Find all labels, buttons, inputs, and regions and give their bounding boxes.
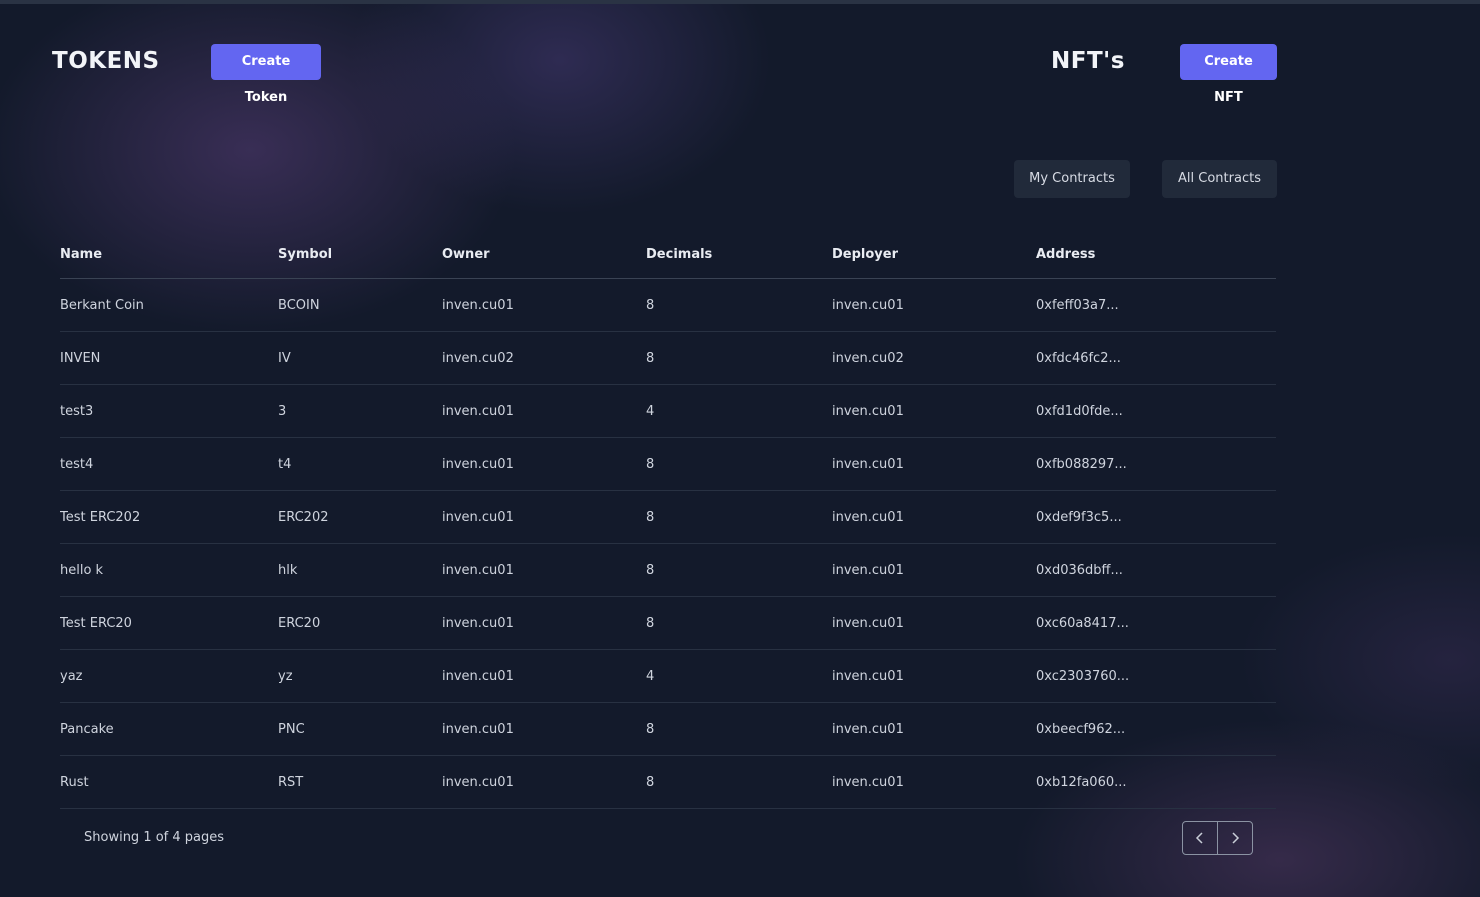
cell-deployer: inven.cu01 — [832, 721, 904, 737]
cell-deployer: inven.cu01 — [832, 668, 904, 684]
cell-name: Test ERC20 — [60, 615, 132, 631]
cell-address: 0xd036dbff... — [1036, 562, 1123, 578]
table-body: Berkant Coin BCOIN inven.cu01 8 inven.cu01 0x… — [60, 279, 1276, 809]
cell-decimals: 8 — [646, 721, 655, 737]
cell-address: 0xc60a8417... — [1036, 615, 1129, 631]
cell-symbol: PNC — [278, 721, 305, 737]
cell-name: hello k — [60, 562, 104, 578]
cell-name: Berkant Coin — [60, 297, 144, 313]
table-header: Name Symbol Owner Decimals Deployer Addr… — [60, 230, 1276, 279]
cell-symbol: IV — [278, 350, 291, 366]
cell-name: Test ERC202 — [60, 509, 141, 525]
cell-name: test4 — [60, 456, 94, 472]
cell-decimals: 8 — [646, 456, 655, 472]
cell-symbol: RST — [278, 774, 304, 790]
cell-owner: inven.cu01 — [442, 509, 514, 525]
cell-symbol: yz — [278, 668, 293, 684]
cell-decimals: 8 — [646, 615, 655, 631]
pagination-controls — [1182, 821, 1253, 855]
cell-decimals: 8 — [646, 350, 655, 366]
create-nft-button[interactable]: Create NFT — [1180, 44, 1277, 105]
table-row[interactable]: Berkant Coin BCOIN inven.cu01 8 inven.cu01 0x… — [60, 279, 1276, 332]
cell-address: 0xdef9f3c5... — [1036, 509, 1122, 525]
cell-decimals: 8 — [646, 774, 655, 790]
cell-deployer: inven.cu01 — [832, 562, 904, 578]
cell-address: 0xfeff03a7... — [1036, 297, 1119, 313]
header-symbol: Symbol — [278, 246, 333, 262]
cell-owner: inven.cu01 — [442, 668, 514, 684]
chevron-left-icon — [1195, 832, 1203, 844]
cell-owner: inven.cu01 — [442, 721, 514, 737]
table-row[interactable]: hello k hlk inven.cu01 8 inven.cu01 0xd036dbf… — [60, 544, 1276, 597]
cell-owner: inven.cu01 — [442, 403, 514, 419]
my-contracts-button[interactable]: My Contracts — [1014, 160, 1130, 198]
nfts-title: NFT's — [1051, 48, 1125, 74]
cell-deployer: inven.cu01 — [832, 615, 904, 631]
cell-address: 0xfdc46fc2... — [1036, 350, 1121, 366]
table-row[interactable]: test3 3 inven.cu01 4 inven.cu01 0xfd1d0fde... — [60, 385, 1276, 438]
tokens-title: TOKENS — [52, 48, 160, 74]
cell-address: 0xfd1d0fde... — [1036, 403, 1123, 419]
chevron-right-icon — [1232, 832, 1240, 844]
cell-deployer: inven.cu01 — [832, 774, 904, 790]
header-decimals: Decimals — [646, 246, 713, 262]
cell-deployer: inven.cu01 — [832, 456, 904, 472]
cell-address: 0xb12fa060... — [1036, 774, 1127, 790]
tokens-table: Name Symbol Owner Decimals Deployer Addr… — [60, 230, 1276, 809]
cell-symbol: BCOIN — [278, 297, 320, 313]
cell-name: INVEN — [60, 350, 101, 366]
cell-owner: inven.cu02 — [442, 350, 514, 366]
cell-address: 0xbeecf962... — [1036, 721, 1126, 737]
header-name: Name — [60, 246, 103, 262]
header-address: Address — [1036, 246, 1096, 262]
table-row[interactable]: test4 t4 inven.cu01 8 inven.cu01 0xfb088297..… — [60, 438, 1276, 491]
cell-decimals: 4 — [646, 403, 655, 419]
cell-symbol: 3 — [278, 403, 287, 419]
cell-address: 0xfb088297... — [1036, 456, 1127, 472]
cell-deployer: inven.cu01 — [832, 509, 904, 525]
table-row[interactable]: Pancake PNC inven.cu01 8 inven.cu01 0xbeecf96… — [60, 703, 1276, 756]
cell-name: Rust — [60, 774, 89, 790]
table-row[interactable]: Rust RST inven.cu01 8 inven.cu01 0xb12fa060..… — [60, 756, 1276, 809]
cell-deployer: inven.cu01 — [832, 297, 904, 313]
prev-page-button[interactable] — [1183, 822, 1217, 854]
all-contracts-button[interactable]: All Contracts — [1162, 160, 1277, 198]
cell-decimals: 8 — [646, 297, 655, 313]
create-token-button[interactable]: Create Token — [211, 44, 321, 105]
cell-name: yaz — [60, 668, 83, 684]
table-row[interactable]: Test ERC202 ERC202 inven.cu01 8 inven.cu01 0x… — [60, 491, 1276, 544]
table-row[interactable]: Test ERC20 ERC20 inven.cu01 8 inven.cu01 0xc6… — [60, 597, 1276, 650]
cell-decimals: 8 — [646, 509, 655, 525]
cell-owner: inven.cu01 — [442, 774, 514, 790]
table-row[interactable]: INVEN IV inven.cu02 8 inven.cu02 0xfdc46fc2..… — [60, 332, 1276, 385]
cell-owner: inven.cu01 — [442, 456, 514, 472]
pagination-status: Showing 1 of 4 pages — [84, 830, 225, 845]
cell-symbol: ERC202 — [278, 509, 329, 525]
table-row[interactable]: yaz yz inven.cu01 4 inven.cu01 0xc2303760... — [60, 650, 1276, 703]
cell-decimals: 8 — [646, 562, 655, 578]
cell-owner: inven.cu01 — [442, 297, 514, 313]
cell-deployer: inven.cu01 — [832, 403, 904, 419]
next-page-button[interactable] — [1217, 822, 1252, 854]
header-deployer: Deployer — [832, 246, 899, 262]
cell-name: Pancake — [60, 721, 114, 737]
cell-owner: inven.cu01 — [442, 562, 514, 578]
cell-decimals: 4 — [646, 668, 655, 684]
cell-symbol: ERC20 — [278, 615, 321, 631]
cell-address: 0xc2303760... — [1036, 668, 1130, 684]
cell-symbol: hlk — [278, 562, 298, 578]
cell-deployer: inven.cu02 — [832, 350, 904, 366]
cell-name: test3 — [60, 403, 94, 419]
cell-owner: inven.cu01 — [442, 615, 514, 631]
top-border — [0, 0, 1480, 4]
header-owner: Owner — [442, 246, 490, 262]
cell-symbol: t4 — [278, 456, 292, 472]
